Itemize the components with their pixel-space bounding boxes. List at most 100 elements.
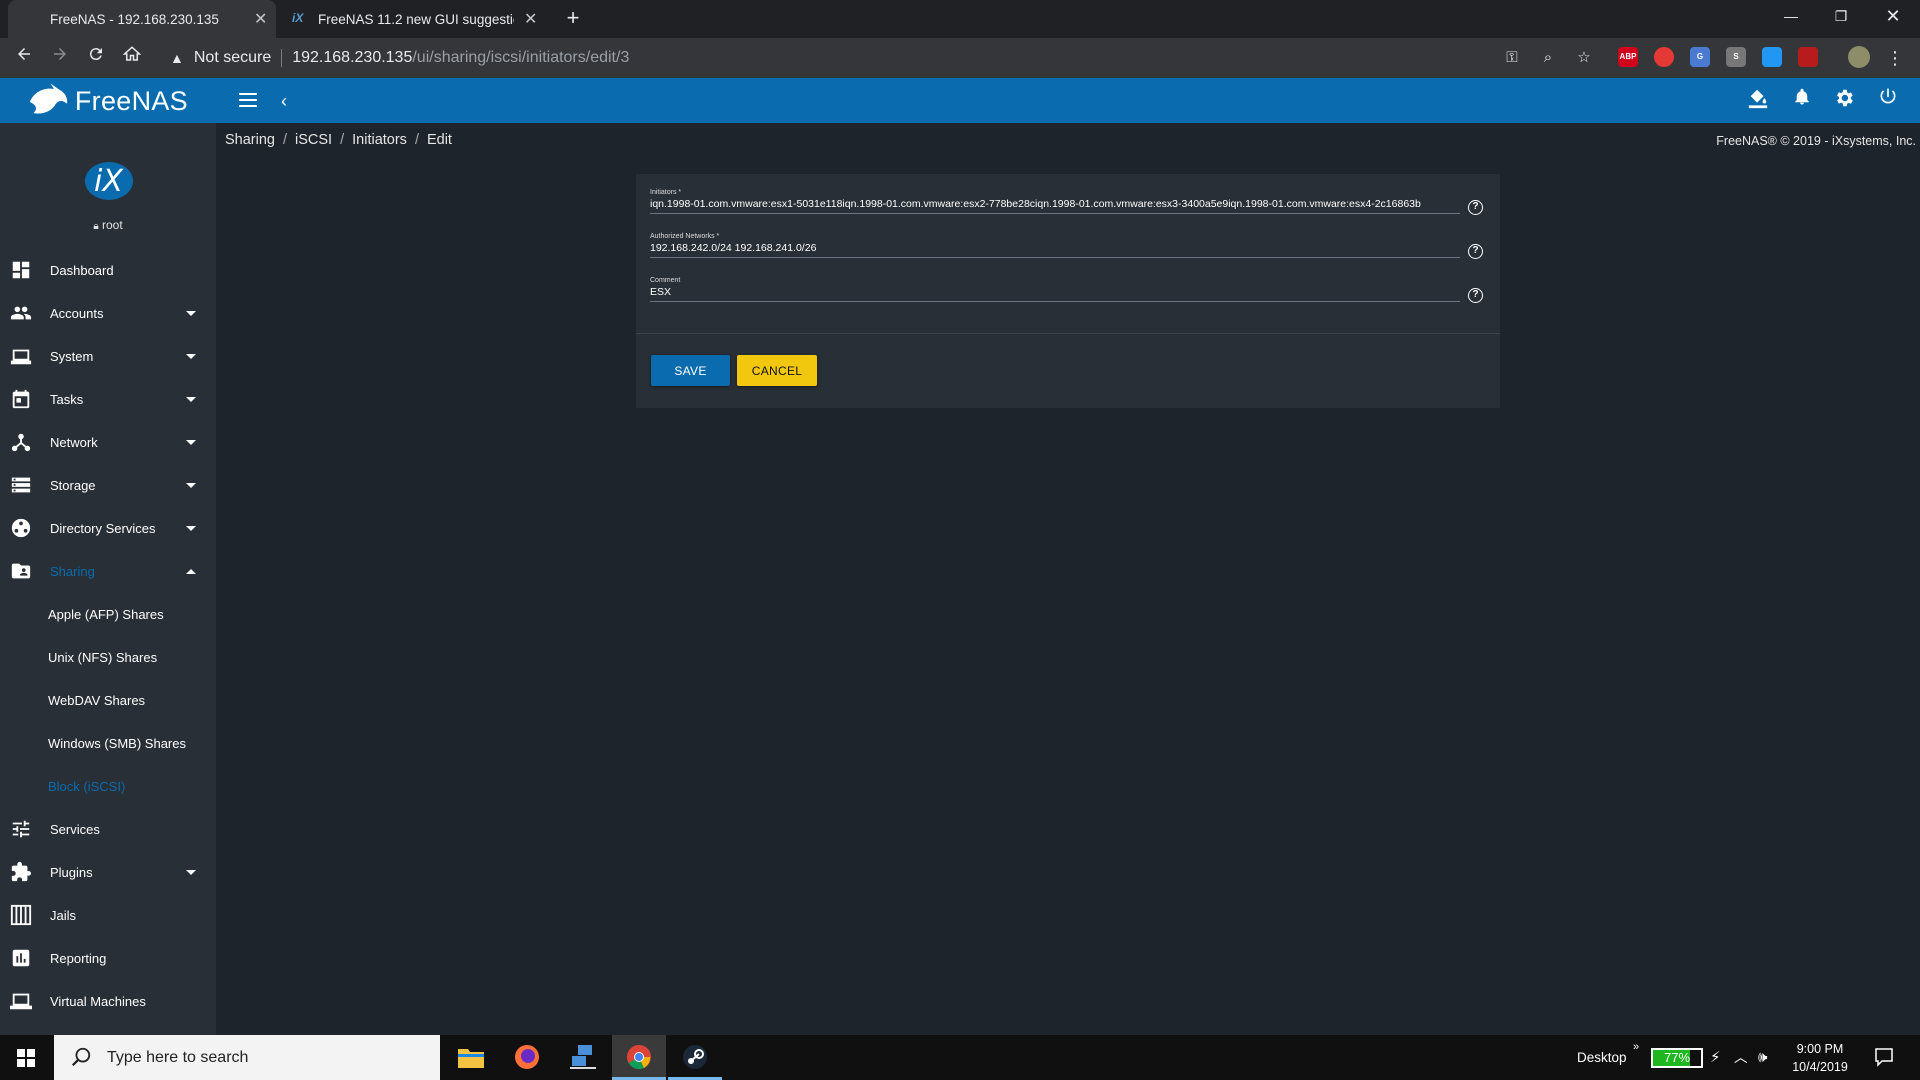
- expand-arrow-icon: [186, 353, 196, 359]
- notification-center-icon[interactable]: [1874, 1035, 1894, 1080]
- pdf-extension-icon[interactable]: [1798, 47, 1818, 67]
- username: root: [101, 218, 123, 232]
- power-icon[interactable]: [1874, 87, 1902, 115]
- expand-arrow-icon: [186, 310, 196, 316]
- network-app[interactable]: [556, 1035, 610, 1080]
- paint-bucket-icon[interactable]: [1744, 87, 1772, 115]
- desktop-toolbar-label[interactable]: Desktop: [1577, 1035, 1627, 1080]
- remote-desktop-icon: [570, 1045, 596, 1069]
- initiators-field[interactable]: Initiators * iqn.1998-01.com.vmware:esx1…: [650, 188, 1460, 214]
- key-icon[interactable]: ⚿: [1501, 47, 1523, 69]
- sidebar-item-plugins[interactable]: Plugins: [0, 851, 216, 893]
- sidebar-item-label: Network: [50, 434, 98, 450]
- browser-tab-forum[interactable]: iX FreeNAS 11.2 new GUI suggestio ✕: [280, 0, 548, 38]
- tab-close-icon[interactable]: ✕: [524, 9, 537, 29]
- tab-close-icon[interactable]: ✕: [254, 9, 267, 29]
- save-button[interactable]: SAVE: [651, 355, 730, 386]
- sidebar-item-label: Jails: [50, 907, 77, 923]
- sidebar-item-dashboard[interactable]: Dashboard: [0, 249, 216, 291]
- new-tab-button[interactable]: +: [560, 6, 586, 32]
- sidebar-item-virtual-machines[interactable]: Virtual Machines: [0, 980, 216, 1022]
- ix-favicon-icon: iX: [292, 11, 304, 25]
- sidebar-item-sharing[interactable]: Sharing: [0, 550, 216, 592]
- browser-tab-freenas[interactable]: FreeNAS - 192.168.230.135 ✕: [8, 0, 276, 38]
- tab-title: FreeNAS - 192.168.230.135: [50, 11, 219, 27]
- home-button[interactable]: [118, 44, 146, 72]
- sidebar-item-directory-services[interactable]: Directory Services: [0, 507, 216, 549]
- profile-avatar[interactable]: [1848, 46, 1870, 68]
- power-plug-icon[interactable]: ⚡: [1710, 1035, 1721, 1080]
- notifications-bell-icon[interactable]: [1788, 87, 1816, 115]
- help-icon[interactable]: ?: [1468, 200, 1483, 215]
- menu-toggle-icon[interactable]: [234, 87, 262, 115]
- start-button[interactable]: [0, 1035, 52, 1080]
- browser-toolbar: ▲ Not secure 192.168.230.135/ui/sharing/…: [0, 38, 1920, 78]
- firefox-app[interactable]: [500, 1035, 554, 1080]
- dashboard-icon: [12, 261, 30, 279]
- collapse-chevron-icon[interactable]: ‹: [270, 87, 298, 115]
- minimize-button[interactable]: —: [1768, 0, 1814, 32]
- comment-input[interactable]: ESX: [650, 285, 1460, 302]
- sidebar-item-storage[interactable]: Storage: [0, 464, 216, 506]
- sidebar-item-tasks[interactable]: Tasks: [0, 378, 216, 420]
- translate-extension-icon[interactable]: G: [1690, 47, 1710, 67]
- form-divider: [636, 333, 1500, 334]
- authorized-networks-input[interactable]: 192.168.242.0/24 192.168.241.0/26: [650, 241, 1460, 258]
- cloud-extension-icon[interactable]: [1762, 47, 1782, 67]
- breadcrumb-initiators[interactable]: Initiators: [352, 132, 407, 148]
- s-extension-icon[interactable]: S: [1726, 47, 1746, 67]
- breadcrumb-edit: Edit: [426, 132, 452, 148]
- steam-app[interactable]: [668, 1035, 722, 1080]
- sidebar-item-label: Services: [50, 821, 100, 837]
- sidebar-subitem-afp[interactable]: Apple (AFP) Shares: [0, 593, 216, 635]
- chrome-app[interactable]: [612, 1035, 666, 1080]
- cancel-button[interactable]: CANCEL: [737, 355, 817, 386]
- tray-expand-icon[interactable]: ︿: [1734, 1035, 1748, 1080]
- back-button[interactable]: [10, 44, 38, 72]
- adblock-extension-icon[interactable]: ABP: [1618, 47, 1638, 67]
- breadcrumb-sharing[interactable]: Sharing: [225, 132, 275, 148]
- sidebar-subitem-webdav[interactable]: WebDAV Shares: [0, 679, 216, 721]
- address-bar[interactable]: ▲ Not secure 192.168.230.135/ui/sharing/…: [160, 42, 1512, 74]
- settings-gear-icon[interactable]: [1830, 87, 1858, 115]
- directory-icon: [11, 518, 31, 538]
- toolbar-expand-icon[interactable]: »: [1633, 1025, 1639, 1070]
- sidebar-item-network[interactable]: Network: [0, 421, 216, 463]
- steam-icon: [683, 1045, 707, 1069]
- star-icon[interactable]: ☆: [1573, 47, 1595, 69]
- reload-button[interactable]: [82, 44, 110, 72]
- sidebar-item-accounts[interactable]: Accounts: [0, 292, 216, 334]
- help-icon[interactable]: ?: [1468, 288, 1483, 303]
- pin-extension-icon[interactable]: [1654, 47, 1674, 67]
- zoom-icon[interactable]: ⌕: [1537, 47, 1559, 69]
- restore-button[interactable]: ❐: [1818, 0, 1864, 32]
- sidebar-item-label: Reporting: [50, 950, 107, 966]
- menu-dots-icon[interactable]: ⋮: [1884, 47, 1906, 69]
- sidebar-item-reporting[interactable]: Reporting: [0, 937, 216, 979]
- taskbar-search-box[interactable]: Type here to search: [54, 1035, 440, 1080]
- sidebar-subitem-iscsi[interactable]: Block (iSCSI): [0, 765, 216, 807]
- sidebar-subitem-label: WebDAV Shares: [48, 692, 146, 708]
- user-info[interactable]: 🔒︎ root: [0, 218, 216, 232]
- extension-icon: [11, 861, 32, 882]
- expand-arrow-icon: [186, 396, 196, 402]
- comment-field[interactable]: Comment ESX: [650, 276, 1460, 302]
- sidebar-item-services[interactable]: Services: [0, 808, 216, 850]
- breadcrumb-iscsi[interactable]: iSCSI: [295, 132, 332, 148]
- sidebar-item-system[interactable]: System: [0, 335, 216, 377]
- initiators-input[interactable]: iqn.1998-01.com.vmware:esx1-5031e118iqn.…: [650, 197, 1460, 214]
- file-explorer-app[interactable]: [444, 1035, 498, 1080]
- sidebar-subitem-smb[interactable]: Windows (SMB) Shares: [0, 722, 216, 764]
- help-icon[interactable]: ?: [1468, 244, 1483, 259]
- taskbar-clock[interactable]: 9:00 PM 10/4/2019: [1780, 1040, 1860, 1076]
- freenas-logo[interactable]: FreeNAS: [28, 82, 188, 120]
- sidebar-subitem-nfs[interactable]: Unix (NFS) Shares: [0, 636, 216, 678]
- people-icon: [10, 306, 32, 320]
- battery-indicator[interactable]: 77%: [1651, 1048, 1703, 1068]
- forward-button[interactable]: [46, 44, 74, 72]
- windows-logo-icon: [17, 1049, 35, 1067]
- close-window-button[interactable]: ✕: [1870, 0, 1916, 32]
- volume-icon[interactable]: 🕪︎: [1758, 1035, 1767, 1080]
- authorized-networks-field[interactable]: Authorized Networks * 192.168.242.0/24 1…: [650, 232, 1460, 258]
- sidebar-item-jails[interactable]: Jails: [0, 894, 216, 936]
